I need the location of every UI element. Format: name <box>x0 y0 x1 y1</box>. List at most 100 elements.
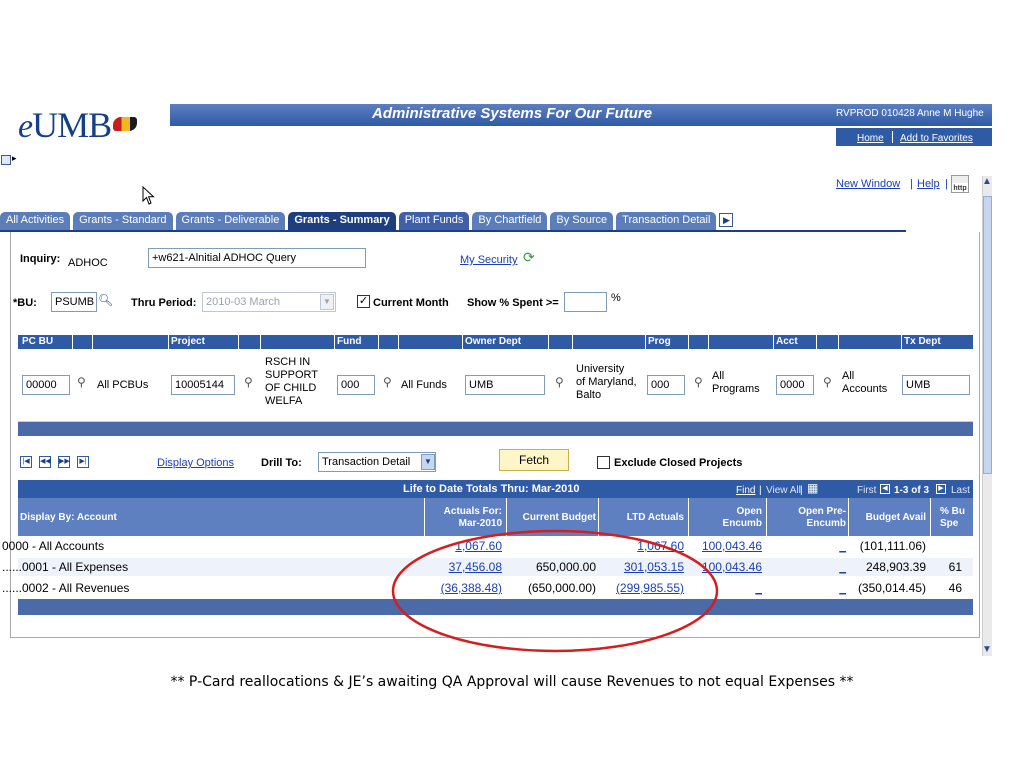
scroll-up-icon[interactable]: ▲ <box>982 176 992 187</box>
col-pc-bu: PC BU <box>22 336 54 347</box>
tab-next-icon[interactable]: ▶ <box>719 213 734 227</box>
view-all-link[interactable]: View All <box>766 485 801 496</box>
tab-by-chartfield[interactable]: By Chartfield <box>472 212 548 230</box>
pc-bu-desc: All PCBUs <box>97 379 149 391</box>
tab-by-source[interactable]: By Source <box>550 212 614 230</box>
row-pct-spent: 46 <box>948 581 962 595</box>
row-pct-spent: 61 <box>948 560 962 574</box>
percent-sign: % <box>611 292 621 304</box>
row-budget-avail: (350,014.45) <box>857 581 926 595</box>
col-prog: Prog <box>648 336 671 347</box>
acct-desc-line: Accounts <box>842 383 888 395</box>
eumb-logo: eUMB <box>18 104 138 146</box>
scroll-down-icon[interactable]: ▼ <box>982 644 992 655</box>
inquiry-value: ADHOC <box>68 257 108 269</box>
row-account: ......0001 - All Expenses <box>2 560 129 574</box>
col-acct: Acct <box>776 336 798 347</box>
owner-dept-input[interactable]: UMB <box>465 375 545 395</box>
col-owner-dept: Owner Dept <box>465 336 522 347</box>
new-window-link[interactable]: New Window <box>836 178 900 190</box>
show-spent-label: Show % Spent >= <box>467 297 559 309</box>
project-input[interactable]: 10005144 <box>171 375 235 395</box>
first-link[interactable]: First <box>857 485 876 496</box>
add-to-favorites-link[interactable]: Add to Favorites <box>900 133 973 144</box>
previous-page-icon[interactable]: ◀◀ <box>39 456 51 468</box>
inquiry-description-input[interactable]: +w621-Alnitial ADHOC Query <box>148 248 366 268</box>
col-open-pre-encumb: Open Pre- Encumb <box>768 506 846 530</box>
home-link[interactable]: Home <box>857 133 884 144</box>
tab-transaction-detail[interactable]: Transaction Detail <box>616 212 717 230</box>
thru-period-dropdown-icon[interactable]: ▼ <box>320 294 334 310</box>
col-actuals-for-line: Actuals For: <box>443 506 502 517</box>
tab-all-activities[interactable]: All Activities <box>0 212 71 230</box>
show-spent-input[interactable] <box>564 292 607 312</box>
bu-input[interactable]: PSUMB <box>51 292 97 312</box>
banner-title: Administrative Systems For Our Future <box>372 105 653 122</box>
drill-to-dropdown-icon[interactable]: ▼ <box>421 454 435 470</box>
my-security-link[interactable]: My Security <box>460 254 517 266</box>
row-account: 0000 - All Accounts <box>2 539 105 553</box>
acct-lookup-icon[interactable]: ⚲ <box>823 375 832 389</box>
scrollbar-thumb[interactable] <box>983 196 992 474</box>
inquiry-label: Inquiry: <box>20 253 61 265</box>
exclude-closed-checkbox[interactable] <box>597 456 610 469</box>
thru-period-select[interactable]: 2010-03 March <box>202 292 336 312</box>
prog-lookup-icon[interactable]: ⚲ <box>694 375 703 389</box>
project-desc-line: SUPPORT <box>265 369 318 381</box>
project-lookup-icon[interactable]: ⚲ <box>244 375 253 389</box>
current-month-label: Current Month <box>373 297 449 309</box>
fund-input[interactable]: 000 <box>337 375 375 395</box>
pc-bu-input[interactable]: 00000 <box>22 375 70 395</box>
row-budget-avail: (101,111.06) <box>859 539 926 553</box>
thru-period-value: 2010-03 March <box>206 296 280 308</box>
prog-desc-line: All <box>712 370 725 382</box>
owner-dept-desc-line: of Maryland, <box>576 376 637 388</box>
row-budget-avail: 248,903.39 <box>865 560 926 574</box>
display-options-link[interactable]: Display Options <box>157 457 234 469</box>
menu-toggle-icon[interactable] <box>1 155 11 165</box>
current-month-checkbox[interactable]: ✓ <box>357 295 370 308</box>
tab-grants-summary[interactable]: Grants - Summary <box>288 212 396 230</box>
row-pre-encumb-link[interactable]: _ <box>768 560 846 574</box>
row-pre-encumb-link[interactable]: _ <box>768 539 846 553</box>
col-budget-avail: Budget Avail <box>865 512 926 523</box>
prog-input[interactable]: 000 <box>647 375 685 395</box>
project-desc-line: RSCH IN <box>265 356 311 368</box>
owner-dept-desc-line: University <box>576 363 625 375</box>
acct-desc-line: All <box>842 370 855 382</box>
row-range: 1-3 of 3 <box>894 485 930 496</box>
last-page-icon[interactable]: ▶| <box>77 456 89 468</box>
col-open-encumb-line: Open <box>736 506 762 517</box>
grid-icon[interactable]: ▦ <box>807 481 818 495</box>
tab-grants-standard[interactable]: Grants - Standard <box>73 212 173 230</box>
next-page-icon[interactable]: ▶▶ <box>58 456 70 468</box>
drill-to-select[interactable]: Transaction Detail <box>318 452 436 472</box>
acct-input[interactable]: 0000 <box>776 375 814 395</box>
last-link[interactable]: Last <box>951 485 970 496</box>
pc-bu-lookup-icon[interactable]: ⚲ <box>77 375 86 389</box>
next-rows-icon[interactable]: ▶ <box>936 484 946 494</box>
help-link[interactable]: Help <box>917 178 940 190</box>
menu-arrow-icon[interactable]: ▸ <box>12 153 17 164</box>
tab-grants-deliverable[interactable]: Grants - Deliverable <box>175 212 286 230</box>
owner-dept-desc: University of Maryland, Balto <box>576 363 637 402</box>
first-page-icon[interactable]: |◀ <box>20 456 32 468</box>
exclude-closed-label: Exclude Closed Projects <box>614 457 743 469</box>
owner-dept-desc-line: Balto <box>576 389 602 401</box>
row-pre-encumb-link[interactable]: _ <box>768 581 846 595</box>
bu-lookup-icon[interactable]: 🔍︎ <box>98 293 113 307</box>
logo-text: UMB <box>32 105 112 145</box>
tx-dept-input[interactable]: UMB <box>902 375 970 395</box>
tab-plant-funds[interactable]: Plant Funds <box>398 212 470 230</box>
http-icon[interactable]: http <box>951 175 969 193</box>
prev-rows-icon[interactable]: ◀ <box>880 484 890 494</box>
fetch-button[interactable]: Fetch <box>499 449 569 471</box>
col-open-pre-encumb-line: Encumb <box>806 518 846 529</box>
find-link[interactable]: Find <box>736 485 755 496</box>
project-desc: RSCH IN SUPPORT OF CHILD WELFA <box>265 356 318 408</box>
header-link-divider <box>892 131 893 143</box>
prog-desc: All Programs <box>712 370 760 396</box>
owner-dept-lookup-icon[interactable]: ⚲ <box>555 375 564 389</box>
refresh-icon[interactable]: ⟳ <box>523 249 535 266</box>
fund-lookup-icon[interactable]: ⚲ <box>383 375 392 389</box>
